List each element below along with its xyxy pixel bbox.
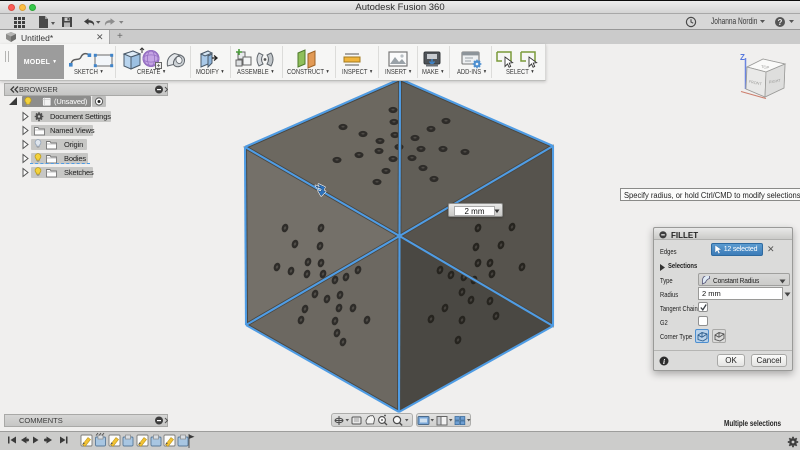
svg-text:?: ? [778, 18, 783, 27]
svg-text:Z: Z [740, 53, 745, 62]
